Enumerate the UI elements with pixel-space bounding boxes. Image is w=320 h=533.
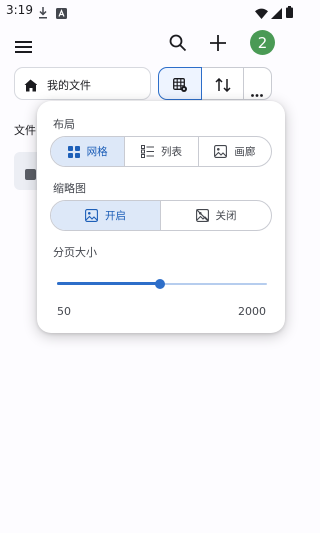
thumbnail-option-label: 开启 <box>105 210 126 222</box>
slider-fill <box>57 282 160 285</box>
status-time: 3:19 <box>6 3 33 17</box>
layout-option-label: 列表 <box>161 146 182 158</box>
app-bar: 2 <box>0 28 300 60</box>
thumbnail-selector: 开启 关闭 <box>50 200 272 231</box>
file-icon <box>25 165 36 184</box>
app-notification-icon <box>56 4 67 23</box>
layout-option-label: 画廊 <box>234 146 256 158</box>
more-button[interactable] <box>244 67 272 100</box>
avatar[interactable]: 2 <box>250 30 275 55</box>
gallery-icon <box>214 145 228 158</box>
status-bar: 3:19 <box>0 0 300 22</box>
sort-icon <box>215 77 231 96</box>
search-icon[interactable] <box>169 34 187 56</box>
add-icon[interactable] <box>209 34 227 56</box>
thumbnail-option-off[interactable]: 关闭 <box>161 201 271 230</box>
image-icon <box>85 209 98 222</box>
layout-option-list[interactable]: 列表 <box>125 137 199 166</box>
layout-option-label: 网格 <box>86 146 108 158</box>
breadcrumb[interactable]: 我的文件 <box>14 67 151 100</box>
download-icon <box>38 4 48 23</box>
layout-option-gallery[interactable]: 画廊 <box>199 137 271 166</box>
slider-max-label: 2000 <box>238 305 266 318</box>
view-options-button[interactable] <box>158 67 202 100</box>
breadcrumb-label: 我的文件 <box>47 79 91 92</box>
page-size-slider[interactable] <box>57 278 267 290</box>
sort-button[interactable] <box>202 67 244 100</box>
grid-icon <box>67 145 80 158</box>
thumbnail-title: 缩略图 <box>53 182 86 195</box>
more-horizontal-icon <box>251 82 263 101</box>
grid-settings-icon <box>173 77 187 96</box>
view-options-popup: 布局 网格 列表 画廊 缩略图 开启 关闭 分页大小 50 2000 <box>37 101 285 333</box>
wifi-icon <box>255 4 268 23</box>
page-size-title: 分页大小 <box>53 246 97 259</box>
slider-thumb[interactable] <box>155 279 165 289</box>
thumbnail-option-label: 关闭 <box>215 210 237 222</box>
section-label: 文件 <box>14 124 36 137</box>
layout-title: 布局 <box>53 118 75 131</box>
signal-icon <box>271 4 282 23</box>
image-off-icon <box>195 209 209 222</box>
list-icon <box>141 145 154 158</box>
home-icon <box>24 77 38 96</box>
layout-option-grid[interactable]: 网格 <box>51 137 126 166</box>
menu-icon[interactable] <box>15 38 32 57</box>
thumbnail-option-on[interactable]: 开启 <box>51 201 161 230</box>
battery-icon <box>286 3 293 22</box>
layout-selector: 网格 列表 画廊 <box>50 136 272 167</box>
slider-min-label: 50 <box>57 305 71 318</box>
